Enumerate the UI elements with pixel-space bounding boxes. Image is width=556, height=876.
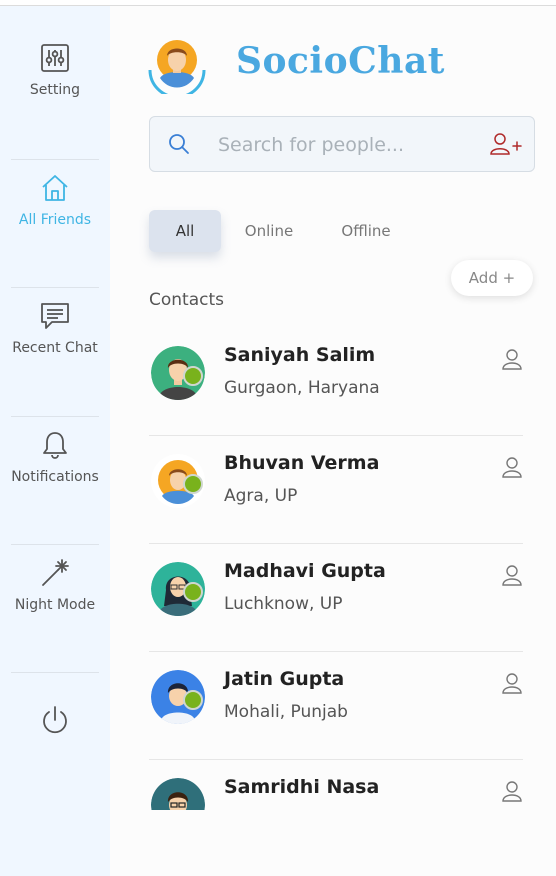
online-status-dot: [183, 582, 203, 602]
contacts-heading: Contacts: [149, 290, 224, 310]
sidebar-item-label: All Friends: [18, 212, 92, 228]
profile-icon[interactable]: [501, 564, 523, 586]
logout-button[interactable]: [0, 656, 110, 784]
list-item[interactable]: Bhuvan Verma Agra, UP: [149, 436, 523, 544]
sidebar-item-all-friends[interactable]: All Friends: [0, 136, 110, 264]
avatar: [151, 778, 205, 810]
contact-location: Agra, UP: [224, 486, 298, 506]
online-status-dot: [183, 690, 203, 710]
contact-location: Gurgaon, Haryana: [224, 378, 380, 398]
contact-name: Jatin Gupta: [224, 668, 345, 690]
add-user-icon[interactable]: [489, 132, 523, 156]
sidebar-item-notifications[interactable]: Notifications: [0, 393, 110, 521]
list-item[interactable]: Saniyah Salim Gurgaon, Haryana: [149, 328, 523, 436]
tab-offline[interactable]: Offline: [330, 210, 402, 252]
contact-name: Saniyah Salim: [224, 344, 376, 366]
power-icon: [39, 704, 71, 736]
list-item[interactable]: Madhavi Gupta Luchknow, UP: [149, 544, 523, 652]
online-status-dot: [183, 366, 203, 386]
contact-name: Madhavi Gupta: [224, 560, 386, 582]
sliders-icon: [39, 42, 71, 74]
main-panel: SocioChat All Online Offline Add + Conta…: [110, 6, 556, 876]
sidebar-item-label: Setting: [29, 82, 81, 98]
add-contact-button[interactable]: Add +: [451, 260, 533, 296]
contact-name: Bhuvan Verma: [224, 452, 380, 474]
app-logo: [148, 36, 206, 99]
chat-icon: [39, 300, 71, 332]
profile-icon[interactable]: [501, 456, 523, 478]
sidebar: Setting All Friends Recent Chat Notifica…: [0, 6, 110, 876]
profile-icon[interactable]: [501, 672, 523, 694]
sidebar-item-night-mode[interactable]: Night Mode: [0, 521, 110, 649]
home-icon: [39, 172, 71, 204]
search-bar: [149, 116, 535, 172]
list-item[interactable]: Jatin Gupta Mohali, Punjab: [149, 652, 523, 760]
contact-location: Mohali, Punjab: [224, 702, 348, 722]
sidebar-item-label: Night Mode: [14, 597, 96, 613]
app-title: SocioChat: [236, 40, 445, 82]
online-status-dot: [183, 474, 203, 494]
sidebar-item-recent-chat[interactable]: Recent Chat: [0, 264, 110, 392]
contact-name: Samridhi Nasa: [224, 776, 380, 798]
contact-list: Saniyah Salim Gurgaon, Haryana Bhuvan Ve…: [110, 328, 556, 810]
contact-location: Luchknow, UP: [224, 594, 343, 614]
profile-icon[interactable]: [501, 348, 523, 370]
profile-icon[interactable]: [501, 780, 523, 802]
sidebar-item-label: Recent Chat: [12, 340, 98, 356]
search-icon[interactable]: [168, 133, 190, 155]
bell-icon: [39, 429, 71, 461]
list-item[interactable]: Samridhi Nasa: [149, 760, 523, 810]
search-input[interactable]: [216, 129, 480, 161]
tab-all[interactable]: All: [149, 210, 221, 252]
sidebar-item-setting[interactable]: Setting: [0, 6, 110, 134]
magic-wand-icon: [39, 557, 71, 589]
tab-online[interactable]: Online: [234, 210, 304, 252]
sidebar-item-label: Notifications: [11, 469, 99, 485]
